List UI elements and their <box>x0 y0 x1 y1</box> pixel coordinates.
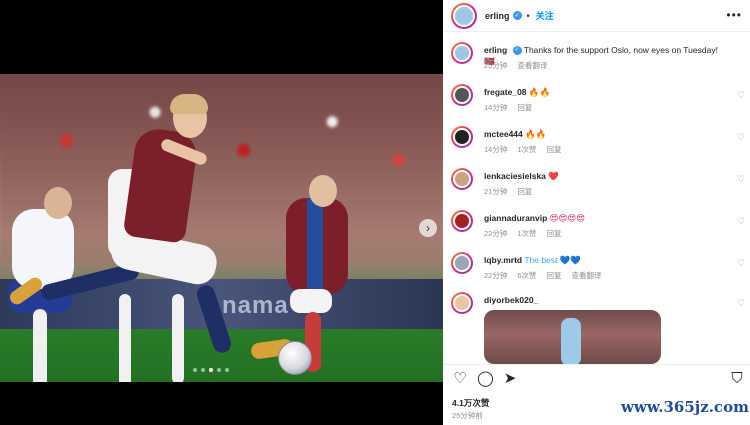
reply-link[interactable]: 回复 <box>547 270 562 281</box>
reply-link[interactable]: 回复 <box>517 102 532 113</box>
like-comment-icon[interactable]: ♡ <box>737 132 745 143</box>
like-comment-icon[interactable]: ♡ <box>737 258 745 269</box>
caption-username[interactable]: erling <box>484 45 507 55</box>
comment-age: 22分钟 <box>484 271 508 280</box>
verified-icon: ✓ <box>512 11 522 20</box>
post-header: erling ✓ • 关注 ••• <box>443 0 750 32</box>
bookmark-icon[interactable]: ⛉ <box>729 371 745 387</box>
share-icon[interactable]: ➤ <box>502 371 518 387</box>
follow-button[interactable]: 关注 <box>536 9 554 22</box>
author-username[interactable]: erling <box>485 11 510 21</box>
post-side-panel: erling ✓ • 关注 ••• erling ✓ Thanks for th… <box>443 0 750 425</box>
watermark: www.365jz.com <box>621 398 749 416</box>
comment-likes[interactable]: 6次赞 <box>517 270 536 281</box>
comment-age: 14分钟 <box>484 103 508 112</box>
comment-text: 😍😍😍😍 <box>549 213 586 223</box>
advertising-board-text: nama <box>222 292 289 319</box>
avatar[interactable] <box>451 252 473 274</box>
carousel-next-icon[interactable]: › <box>419 219 437 237</box>
translate-link[interactable]: 查看翻译 <box>517 60 547 71</box>
reply-link[interactable]: 回复 <box>547 228 562 239</box>
comment-age: 22分钟 <box>484 229 508 238</box>
verified-icon: ✓ <box>512 46 522 56</box>
more-options-icon[interactable]: ••• <box>726 8 742 22</box>
comment-username[interactable]: giannaduranvip <box>484 213 547 223</box>
like-icon[interactable]: ♡ <box>452 371 468 387</box>
avatar[interactable] <box>451 292 473 314</box>
carousel-dot <box>217 368 221 372</box>
avatar[interactable] <box>451 2 477 29</box>
post-time: 25分钟前 <box>452 411 483 420</box>
comment-username[interactable]: diyorbek020_ <box>484 295 538 305</box>
carousel-dot-active <box>209 368 213 372</box>
carousel-dot <box>201 368 205 372</box>
like-comment-icon[interactable]: ♡ <box>737 298 745 309</box>
comment-username[interactable]: lqby.mrtd <box>484 255 522 265</box>
avatar[interactable] <box>451 168 473 190</box>
reply-link[interactable]: 回复 <box>547 144 562 155</box>
like-comment-icon[interactable]: ♡ <box>737 174 745 185</box>
reply-link[interactable]: 回复 <box>517 186 532 197</box>
avatar[interactable] <box>451 84 473 106</box>
like-comment-icon[interactable]: ♡ <box>737 216 745 227</box>
football <box>278 341 312 375</box>
comment-image-preview[interactable] <box>484 310 661 364</box>
post-photo[interactable]: nama <box>0 74 443 382</box>
like-comment-icon[interactable]: ♡ <box>737 90 745 101</box>
comment-username[interactable]: mctee444 <box>484 129 523 139</box>
avatar[interactable] <box>451 42 473 64</box>
comment-text: 🔥🔥 <box>525 129 547 139</box>
carousel-dot <box>225 368 229 372</box>
separator: • <box>526 10 530 21</box>
comment-age: 14分钟 <box>484 145 508 154</box>
likes-count[interactable]: 4.1万次赞 <box>452 397 489 409</box>
comments-list[interactable]: erling ✓ Thanks for the support Oslo, no… <box>443 36 750 364</box>
comment-username[interactable]: lenkaciesielska <box>484 171 546 181</box>
avatar[interactable] <box>451 210 473 232</box>
comment-text: ❤️ <box>548 171 559 181</box>
translate-link[interactable]: 查看翻译 <box>572 270 602 281</box>
comment-username[interactable]: fregate_08 <box>484 87 527 97</box>
carousel-dot <box>193 368 197 372</box>
comment-text: 🔥🔥 <box>528 87 551 97</box>
caption-age: 25分钟 <box>484 61 508 70</box>
comment-text: The best 💙💙 <box>524 255 581 265</box>
comment-likes[interactable]: 1次赞 <box>517 228 536 239</box>
carousel-indicator <box>193 368 229 372</box>
avatar[interactable] <box>451 126 473 148</box>
comment-likes[interactable]: 1次赞 <box>517 144 536 155</box>
comment-age: 21分钟 <box>484 187 508 196</box>
comment-icon[interactable]: ◯ <box>477 371 494 387</box>
post-media: nama › <box>0 0 443 425</box>
